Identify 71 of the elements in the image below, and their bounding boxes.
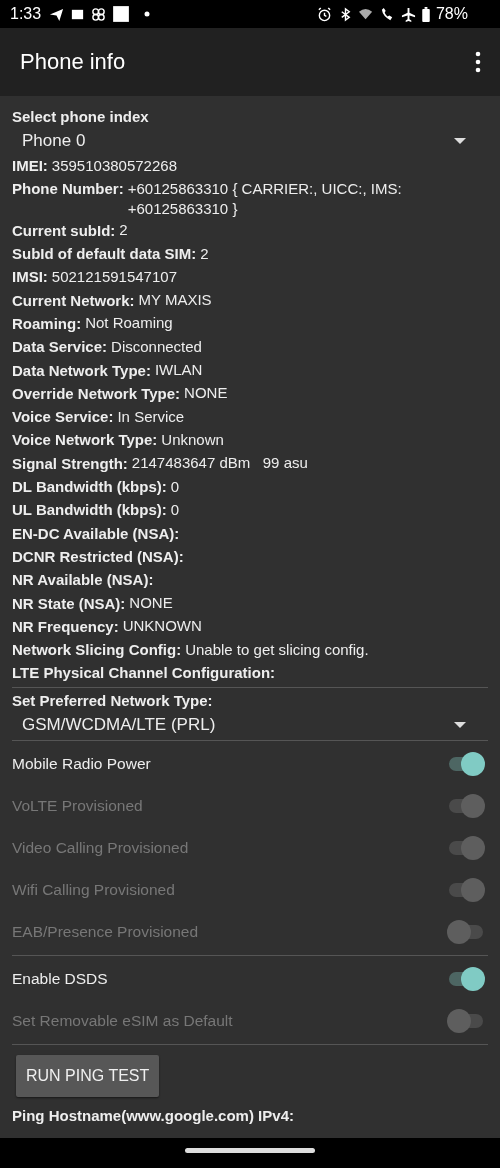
airplane-icon bbox=[400, 6, 416, 22]
info-label: NR State (NSA): bbox=[12, 593, 126, 614]
send-icon bbox=[49, 6, 65, 22]
ping-hostname-label: Ping Hostname(www.google.com) IPv4: bbox=[12, 1105, 295, 1126]
info-label: Phone Number: bbox=[12, 179, 124, 200]
info-value: Unable to get slicing config. bbox=[185, 639, 370, 660]
info-value: 2147483647 dBm 99 asu bbox=[131, 453, 309, 474]
more-options-icon[interactable] bbox=[475, 51, 481, 73]
info-label: IMSI: bbox=[12, 267, 48, 288]
info-value: UNKNOWN bbox=[122, 616, 203, 637]
fan-icon bbox=[91, 6, 107, 22]
dropdown-caret-icon bbox=[454, 721, 466, 728]
info-label: IMEI: bbox=[12, 156, 48, 176]
info-label: DL Bandwidth (kbps): bbox=[12, 477, 167, 498]
alarm-icon bbox=[316, 6, 332, 22]
info-value: In Service bbox=[117, 406, 186, 427]
info-value: 2 bbox=[119, 220, 129, 241]
info-label: Signal Strength: bbox=[12, 453, 128, 474]
info-value: NONE bbox=[184, 383, 229, 404]
phone-call-icon bbox=[379, 6, 395, 22]
network-type-dropdown[interactable]: GSM/WCDMA/LTE (PRL) bbox=[12, 711, 488, 738]
info-label: SubId of default data SIM: bbox=[12, 244, 197, 265]
battery-icon bbox=[421, 6, 430, 22]
switch-label: Wifi Calling Provisioned bbox=[12, 880, 175, 899]
info-label: Voice Service: bbox=[12, 407, 114, 428]
info-value: +60125863310 { CARRIER:, UICC:, IMS: +60125863310 } bbox=[127, 178, 403, 219]
switch-label: EAB/Presence Provisioned bbox=[12, 922, 199, 941]
info-label: Current Network: bbox=[12, 290, 135, 311]
info-label: LTE Physical Channel Configuration: bbox=[12, 663, 276, 684]
switch-label: Video Calling Provisioned bbox=[12, 838, 189, 857]
toggle-switch[interactable] bbox=[447, 966, 485, 991]
info-value: NONE bbox=[129, 593, 174, 614]
info-label: Data Service: bbox=[12, 337, 108, 358]
app-title: Phone info bbox=[20, 49, 127, 75]
info-label: Roaming: bbox=[12, 314, 82, 334]
info-value: Not Roaming bbox=[85, 313, 174, 334]
section-label: Set Preferred Network Type: bbox=[12, 690, 214, 711]
info-label: EN-DC Available (NSA): bbox=[12, 523, 180, 544]
info-value: MY MAXIS bbox=[138, 290, 213, 311]
switch-label: Set Removable eSIM as Default bbox=[12, 1011, 233, 1030]
section-label: Select phone index bbox=[12, 107, 150, 127]
phone-index-dropdown[interactable]: Phone 0 bbox=[12, 128, 488, 154]
square-icon bbox=[112, 5, 131, 23]
toggle-switch[interactable] bbox=[447, 751, 485, 776]
info-label: Override Network Type: bbox=[12, 383, 181, 404]
info-label: Network Slicing Config: bbox=[12, 640, 182, 661]
switch-label: Mobile Radio Power bbox=[12, 754, 151, 773]
dropdown-caret-icon bbox=[454, 138, 466, 144]
info-value: Unknown bbox=[161, 429, 225, 450]
info-label: Current subId: bbox=[12, 220, 116, 241]
home-handle[interactable] bbox=[185, 1147, 315, 1153]
info-label: DCNR Restricted (NSA): bbox=[12, 546, 184, 567]
info-label: Voice Network Type: bbox=[12, 430, 158, 451]
info-value: 2 bbox=[200, 243, 210, 264]
info-value: 0 bbox=[170, 499, 181, 520]
info-value: 0 bbox=[170, 476, 181, 497]
info-label: UL Bandwidth (kbps): bbox=[12, 500, 167, 521]
info-value: 502121591547107 bbox=[51, 266, 178, 287]
info-value: IWLAN bbox=[154, 360, 204, 381]
info-label: Data Network Type: bbox=[12, 360, 151, 381]
switch-label: Enable DSDS bbox=[12, 969, 108, 988]
run-ping-test-button[interactable]: RUN PING TEST bbox=[16, 1054, 160, 1097]
switch-label: VoLTE Provisioned bbox=[12, 796, 143, 815]
status-time: 1:33 bbox=[10, 5, 42, 23]
info-value: 359510380572268 bbox=[51, 155, 178, 176]
battery-percentage: 78% bbox=[435, 5, 468, 23]
wifi-icon bbox=[358, 6, 374, 22]
dot-icon bbox=[144, 11, 151, 17]
info-label: NR Frequency: bbox=[12, 616, 119, 637]
info-value: Disconnected bbox=[111, 336, 203, 357]
info-label: NR Available (NSA): bbox=[12, 570, 154, 591]
